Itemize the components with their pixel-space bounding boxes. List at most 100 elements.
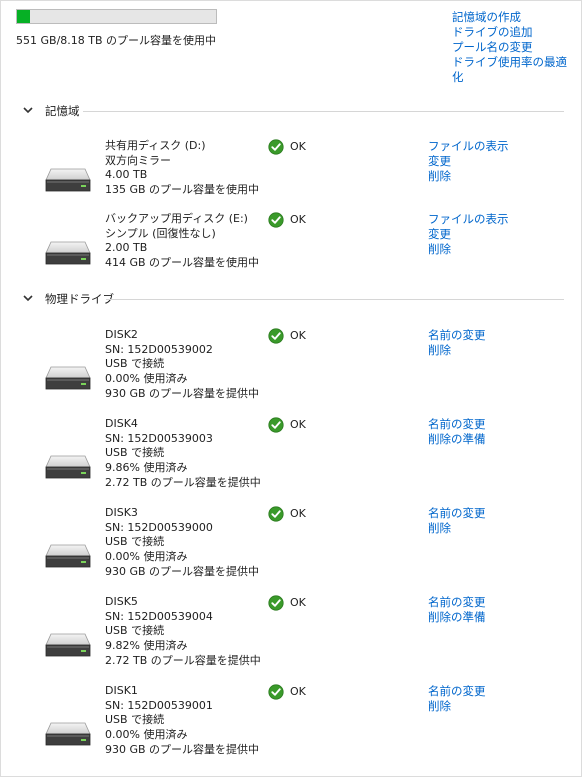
drive-list-item: DISK3 SN: 152D00539000 USB で接続 0.00% 使用済み 93… [1,506,581,587]
hard-drive-icon [45,364,91,392]
drive-detail-line: 930 GB のプール容量を提供中 [105,386,260,400]
rename-link[interactable]: 名前の変更 [428,328,486,343]
hard-drive-icon [45,542,91,570]
drive-name: DISK3 [105,506,138,519]
drive-list-item: バックアップ用ディスク (E:) シンプル (回復性なし) 2.00 TB 414 G… [1,212,581,278]
status-text: OK [290,329,306,342]
drive-detail-line: 2.72 TB のプール容量を提供中 [105,653,261,667]
drive-detail-line: USB で接続 [105,446,165,460]
drive-details: DISK4 SN: 152D00539003 USB で接続 9.86% 使用済み 2.… [105,417,261,491]
check-circle-icon [268,506,284,522]
drive-detail-line: 930 GB のプール容量を提供中 [105,564,260,578]
drive-detail-line: 4.00 TB [105,168,148,182]
section-title: 記憶域 [45,104,80,118]
drive-actions: ファイルの表示 変更 削除 [428,212,509,257]
drive-actions: 名前の変更 削除 [428,506,486,536]
prepare-for-removal-link[interactable]: 削除の準備 [428,610,486,625]
drive-detail-line: 0.00% 使用済み [105,372,188,386]
rename-link[interactable]: 名前の変更 [428,417,486,432]
drive-detail-line: USB で接続 [105,624,165,638]
drive-detail-line: 414 GB のプール容量を使用中 [105,256,260,270]
drive-detail-line: SN: 152D00539001 [105,698,213,712]
optimize-drive-usage-link[interactable]: ドライブ使用率の最適化 [452,55,577,85]
drive-actions: 名前の変更 削除の準備 [428,417,486,447]
pool-usage-bar-fill [17,10,31,23]
change-link[interactable]: 変更 [428,154,509,169]
drive-actions: 名前の変更 削除 [428,684,486,714]
delete-link[interactable]: 削除 [428,242,509,257]
rename-link[interactable]: 名前の変更 [428,684,486,699]
check-circle-icon [268,212,284,228]
drive-details: DISK1 SN: 152D00539001 USB で接続 0.00% 使用済み 93… [105,684,259,758]
drive-list-item: DISK1 SN: 152D00539001 USB で接続 0.00% 使用済み 93… [1,684,581,765]
delete-link[interactable]: 削除 [428,169,509,184]
drive-name: 共有用ディスク (D:) [105,139,206,152]
drive-detail-line: 9.86% 使用済み [105,461,188,475]
view-files-link[interactable]: ファイルの表示 [428,212,509,227]
storage-spaces-header[interactable]: 記憶域 [19,102,564,120]
status-text: OK [290,685,306,698]
hard-drive-icon [45,453,91,481]
chevron-down-icon[interactable] [21,291,35,305]
create-storage-space-link[interactable]: 記憶域の作成 [452,10,577,25]
status-text: OK [290,596,306,609]
hard-drive-icon [45,239,91,267]
drive-name: DISK5 [105,595,138,608]
section-divider [83,111,564,112]
delete-link[interactable]: 削除 [428,343,486,358]
drive-detail-line: SN: 152D00539002 [105,342,213,356]
status-text: OK [290,507,306,520]
storage-pool-panel: 551 GB/8.18 TB のプール容量を使用中 記憶域の作成 ドライブの追加… [0,0,582,777]
status-text: OK [290,213,306,226]
drive-detail-line: USB で接続 [105,713,165,727]
drive-detail-line: SN: 152D00539000 [105,520,213,534]
drive-details: DISK3 SN: 152D00539000 USB で接続 0.00% 使用済み 93… [105,506,259,580]
section-title: 物理ドライブ [45,292,114,306]
drive-list-item: DISK2 SN: 152D00539002 USB で接続 0.00% 使用済み 93… [1,328,581,409]
drive-detail-line: 135 GB のプール容量を使用中 [105,183,260,197]
status-text: OK [290,140,306,153]
view-files-link[interactable]: ファイルの表示 [428,139,509,154]
drive-detail-line: USB で接続 [105,535,165,549]
drive-detail-line: 0.00% 使用済み [105,550,188,564]
drive-detail-line: 930 GB のプール容量を提供中 [105,742,260,756]
pool-usage-text: 551 GB/8.18 TB のプール容量を使用中 [16,34,217,47]
drive-detail-line: シンプル (回復性なし) [105,226,216,240]
drive-detail-line: 2.00 TB [105,241,148,255]
drive-detail-line: SN: 152D00539004 [105,609,213,623]
drive-details: バックアップ用ディスク (E:) シンプル (回復性なし) 2.00 TB 414 G… [105,212,259,271]
drive-actions: 名前の変更 削除 [428,328,486,358]
change-link[interactable]: 変更 [428,227,509,242]
check-circle-icon [268,417,284,433]
hard-drive-icon [45,720,91,748]
delete-link[interactable]: 削除 [428,521,486,536]
drive-list-item: DISK4 SN: 152D00539003 USB で接続 9.86% 使用済み 2.… [1,417,581,498]
drive-name: DISK2 [105,328,138,341]
add-drives-link[interactable]: ドライブの追加 [452,25,577,40]
drive-details: 共有用ディスク (D:) 双方向ミラー 4.00 TB 135 GB のプール容量を使… [105,139,259,198]
drive-details: DISK2 SN: 152D00539002 USB で接続 0.00% 使用済み 93… [105,328,259,402]
rename-pool-link[interactable]: プール名の変更 [452,40,577,55]
physical-drives-header[interactable]: 物理ドライブ [19,290,564,308]
rename-link[interactable]: 名前の変更 [428,595,486,610]
chevron-down-icon[interactable] [21,103,35,117]
drive-details: DISK5 SN: 152D00539004 USB で接続 9.82% 使用済み 2.… [105,595,261,669]
check-circle-icon [268,139,284,155]
hard-drive-icon [45,166,91,194]
hard-drive-icon [45,631,91,659]
check-circle-icon [268,684,284,700]
rename-link[interactable]: 名前の変更 [428,506,486,521]
status-text: OK [290,418,306,431]
drive-name: バックアップ用ディスク (E:) [105,212,248,225]
drive-detail-line: 2.72 TB のプール容量を提供中 [105,475,261,489]
drive-detail-line: USB で接続 [105,357,165,371]
prepare-for-removal-link[interactable]: 削除の準備 [428,432,486,447]
drive-detail-line: 0.00% 使用済み [105,728,188,742]
delete-link[interactable]: 削除 [428,699,486,714]
drive-detail-line: 双方向ミラー [105,153,171,167]
drive-detail-line: 9.82% 使用済み [105,639,188,653]
drive-actions: ファイルの表示 変更 削除 [428,139,509,184]
drive-list-item: 共有用ディスク (D:) 双方向ミラー 4.00 TB 135 GB のプール容量を使… [1,139,581,205]
drive-actions: 名前の変更 削除の準備 [428,595,486,625]
check-circle-icon [268,595,284,611]
